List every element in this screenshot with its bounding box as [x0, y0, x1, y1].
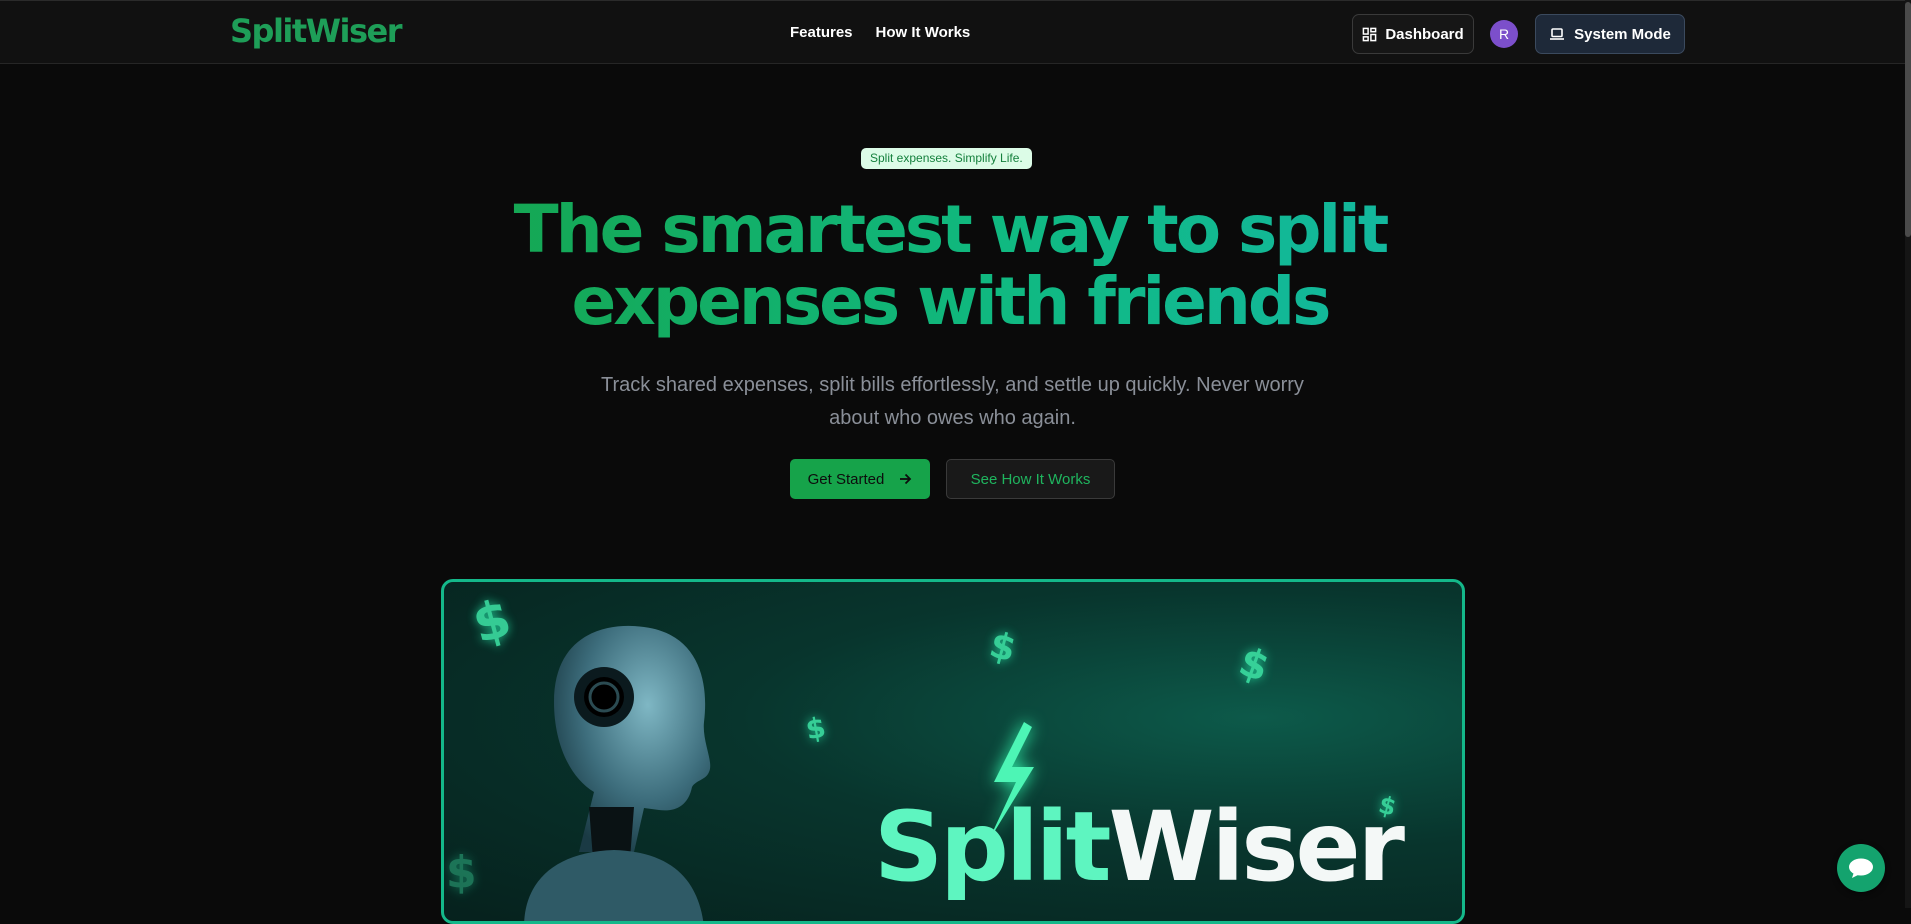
- hero-image: $ $ $ $ $ $ SplitWiser: [441, 579, 1465, 924]
- dollar-sign-icon: $: [985, 624, 1020, 671]
- laptop-icon: [1550, 28, 1565, 40]
- dollar-sign-icon: $: [446, 847, 477, 898]
- hero-subtitle: Track shared expenses, split bills effor…: [601, 374, 1304, 429]
- layout-grid-icon: [1362, 27, 1377, 41]
- headline-line-2: expenses with friends: [400, 266, 1500, 338]
- tagline-badge: Split expenses. Simplify Life.: [861, 148, 1032, 169]
- headline-line-1: The smartest way to split: [400, 194, 1500, 266]
- system-mode-button[interactable]: System Mode: [1535, 14, 1685, 54]
- nav-links: Features How It Works: [790, 23, 970, 43]
- arrow-right-icon: [900, 473, 912, 485]
- get-started-label: Get Started: [807, 470, 885, 488]
- dollar-sign-icon: $: [1232, 638, 1275, 692]
- see-how-it-works-button[interactable]: See How It Works: [946, 459, 1115, 499]
- dashboard-label: Dashboard: [1385, 25, 1464, 43]
- chat-button[interactable]: [1837, 844, 1885, 892]
- brand-part-wiser: Wiser: [1108, 791, 1405, 903]
- dashboard-button[interactable]: Dashboard: [1352, 14, 1474, 54]
- scrollbar-thumb[interactable]: [1905, 2, 1911, 237]
- avatar[interactable]: R: [1490, 20, 1518, 48]
- dollar-sign-icon: $: [803, 710, 829, 747]
- brand-part-split: Split: [874, 791, 1112, 903]
- scrollbar-track[interactable]: [1905, 0, 1911, 908]
- system-mode-label: System Mode: [1574, 25, 1671, 43]
- nav-link-features[interactable]: Features: [790, 23, 853, 43]
- chat-bubble-icon: [1849, 858, 1873, 878]
- get-started-button[interactable]: Get Started: [790, 459, 930, 499]
- nav-link-how-it-works[interactable]: How It Works: [876, 23, 971, 43]
- robot-illustration: [524, 625, 711, 921]
- top-navbar: SplitWiser Features How It Works Dashboa…: [0, 0, 1911, 64]
- brand-wordmark: SplitWiser: [874, 797, 1405, 897]
- logo[interactable]: SplitWiser: [230, 9, 402, 53]
